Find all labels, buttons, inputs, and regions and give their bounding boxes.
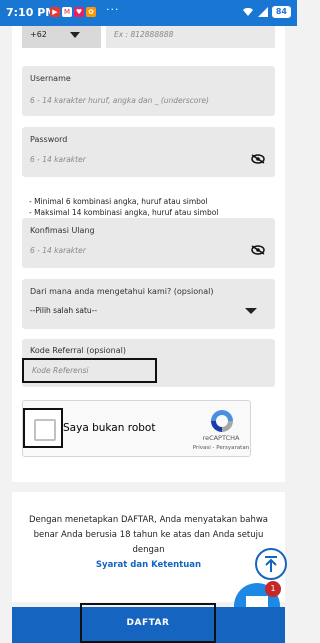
eye-off-icon[interactable] [251, 245, 265, 255]
source-select[interactable]: Dari mana anda mengetahui kami? (opsiona… [22, 279, 275, 329]
signal-icon [257, 7, 268, 17]
chat-badge: 1 [265, 581, 281, 597]
captcha-label: Saya bukan robot [63, 422, 156, 434]
username-field[interactable]: Username 6 - 14 karakter huruf, angka da… [22, 66, 275, 116]
password-label: Password [30, 135, 68, 144]
status-bar: 7:10 PM ▶ M ♥ ✿ ··· 84 [0, 0, 297, 26]
password-rule: - Minimal 6 kombinasi angka, huruf atau … [29, 197, 208, 206]
eye-off-icon[interactable] [251, 154, 265, 164]
referral-placeholder: Kode Referensi [32, 366, 89, 375]
confirm-label: Konfimasi Ulang [30, 226, 95, 235]
recaptcha-widget: Saya bukan robot reCAPTCHA Privasi - Per… [22, 400, 251, 457]
recaptcha-brand: reCAPTCHA [202, 434, 240, 442]
username-label: Username [30, 74, 71, 83]
password-rules: - Minimal 6 kombinasi angka, huruf atau … [29, 196, 218, 218]
status-time: 7:10 PM [6, 6, 57, 19]
chevron-down-icon [70, 32, 80, 38]
wifi-icon [242, 7, 253, 17]
password-field[interactable]: Password 6 - 14 karakter [22, 127, 275, 177]
username-placeholder: 6 - 14 karakter huruf, angka dan _ (unde… [30, 96, 209, 105]
gmail-icon: M [62, 7, 72, 17]
phone-input[interactable]: Ex : 812888888 [106, 26, 275, 48]
source-label: Dari mana anda mengetahui kami? (opsiona… [30, 287, 214, 296]
referral-label: Kode Referral (opsional) [30, 346, 126, 355]
scroll-to-top-button[interactable] [255, 548, 287, 580]
recaptcha-links[interactable]: Privasi - Persyaratan [183, 445, 259, 451]
terms-statement: Dengan menetapkan DAFTAR, Anda menyataka… [28, 515, 268, 555]
confirm-password-field[interactable]: Konfimasi Ulang 6 - 14 karakter [22, 218, 275, 268]
password-rule: - Maksimal 14 kombinasi angka, huruf ata… [29, 208, 219, 217]
country-code-select[interactable]: +62 [22, 26, 101, 48]
country-code-value: +62 [30, 30, 47, 39]
confirm-placeholder: 6 - 14 karakter [30, 246, 86, 255]
youtube-icon: ▶ [50, 7, 60, 17]
checkbox-box [34, 419, 56, 441]
daftar-button[interactable]: DAFTAR [80, 603, 216, 643]
terms-link[interactable]: Syarat dan Ketentuan [96, 560, 201, 570]
password-placeholder: 6 - 14 karakter [30, 155, 86, 164]
more-notifications-icon: ··· [106, 3, 120, 16]
chevron-down-icon [245, 308, 257, 314]
recaptcha-logo-icon [211, 410, 233, 432]
gallery-icon: ✿ [86, 7, 96, 17]
arrow-up-icon [265, 556, 277, 572]
status-right: 84 [242, 6, 291, 18]
source-selected: --Pilih salah satu-- [30, 306, 98, 315]
phone-placeholder: Ex : 812888888 [114, 30, 174, 39]
heart-icon: ♥ [74, 7, 84, 17]
battery-icon: 84 [271, 6, 291, 18]
referral-input[interactable]: Kode Referensi [22, 358, 157, 383]
captcha-checkbox[interactable] [23, 408, 63, 448]
terms-text: Dengan menetapkan DAFTAR, Anda menyataka… [26, 513, 271, 573]
